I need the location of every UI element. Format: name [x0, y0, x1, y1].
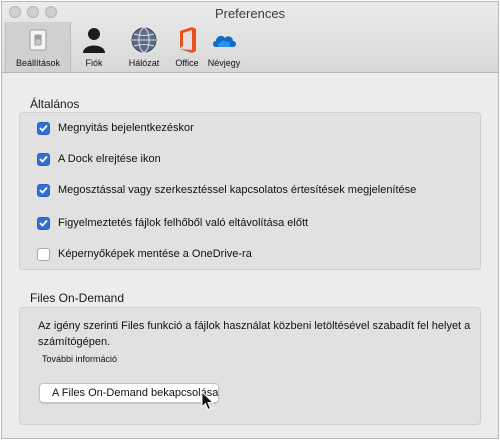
tab-network[interactable]: Hálózat [119, 22, 169, 72]
option-warn-before-remove[interactable]: Figyelmeztetés fájlok felhőből való eltá… [37, 215, 308, 231]
tab-office-label: Office [175, 58, 199, 68]
globe-icon [131, 27, 157, 53]
checkbox-unchecked[interactable] [37, 247, 50, 261]
option-save-screenshots[interactable]: Képernyőképek mentése a OneDrive-ra [37, 246, 252, 262]
office-logo-icon [180, 27, 196, 53]
general-group-label: Általános [30, 97, 80, 111]
more-info-link[interactable]: További információ [42, 354, 117, 364]
checkmark-icon [39, 219, 48, 227]
person-icon [83, 28, 105, 53]
window-title: Preferences [214, 6, 286, 21]
turn-on-files-on-demand-button[interactable]: A Files On-Demand bekapcsolása [39, 383, 219, 403]
preferences-window: Preferences Beállítások Fiók Hálózat Off… [1, 1, 499, 439]
tab-office[interactable]: Office [169, 22, 205, 72]
option-label: Megnyitás bejelentkezéskor [58, 122, 194, 134]
option-sharing-notifications[interactable]: Megosztással vagy szerkesztéssel kapcsol… [37, 182, 416, 198]
option-label: Megosztással vagy szerkesztéssel kapcsol… [58, 184, 417, 196]
tab-account-label: Fiók [85, 58, 103, 68]
title-bar: Preferences Beállítások Fiók Hálózat Off… [2, 2, 498, 73]
checkmark-icon [39, 186, 48, 194]
onedrive-cloud-icon [213, 35, 236, 47]
tab-settings[interactable]: Beállítások [5, 22, 71, 72]
files-on-demand-group-label: Files On-Demand [30, 291, 125, 305]
option-hide-dock-icon[interactable]: A Dock elrejtése ikon [37, 151, 161, 167]
files-on-demand-description: Az igény szerinti Files funkció a fájlok… [38, 320, 471, 348]
mouse-pointer-icon [201, 391, 215, 411]
checkbox-checked[interactable] [37, 216, 50, 230]
switch-icon [29, 29, 47, 51]
tab-about[interactable]: Névjegy [205, 22, 243, 72]
option-label: Képernyőképek mentése a OneDrive-ra [58, 248, 252, 260]
checkmark-icon [39, 124, 48, 132]
tab-settings-label: Beállítások [15, 58, 61, 68]
checkmark-icon [39, 155, 48, 163]
checkbox-checked[interactable] [37, 183, 50, 197]
tab-network-label: Hálózat [128, 58, 160, 68]
tab-about-label: Névjegy [207, 58, 241, 68]
option-label: A Dock elrejtése ikon [58, 153, 161, 165]
checkbox-checked[interactable] [37, 121, 50, 135]
checkbox-checked[interactable] [37, 152, 50, 166]
tab-account[interactable]: Fiók [71, 22, 117, 72]
option-label: Figyelmeztetés fájlok felhőből való eltá… [58, 217, 309, 229]
option-open-at-login[interactable]: Megnyitás bejelentkezéskor [37, 120, 194, 136]
